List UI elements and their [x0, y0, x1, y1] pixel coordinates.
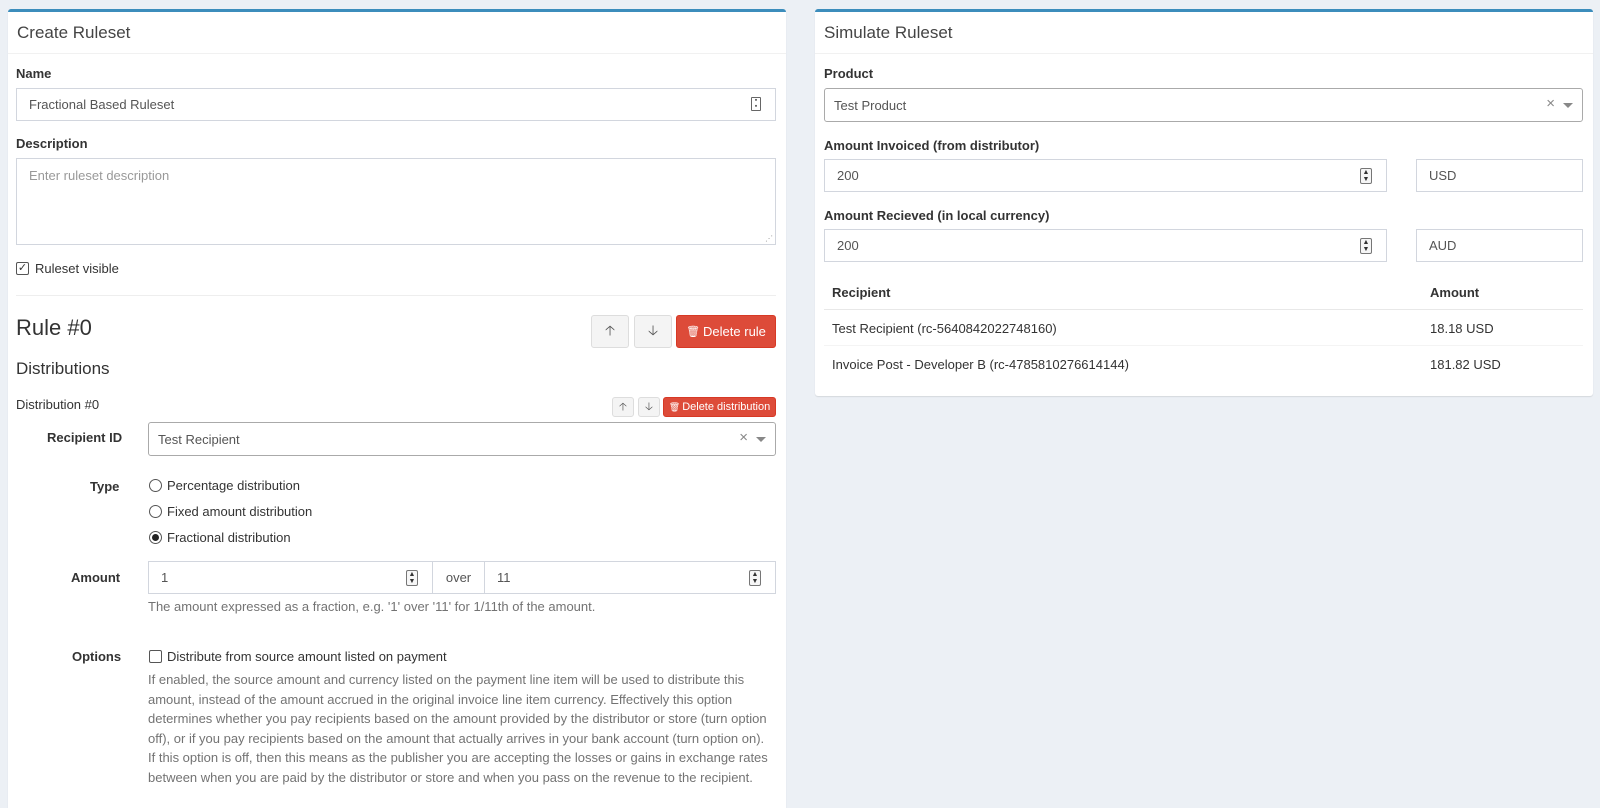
create-ruleset-panel: Create Ruleset Name Fractional Based Rul… — [8, 9, 786, 808]
chevron-down-icon[interactable] — [756, 437, 766, 442]
type-option-fixed: Fixed amount distribution — [167, 504, 313, 519]
invoiced-label: Amount Invoiced (from distributor) — [824, 138, 1040, 153]
invoiced-value: 200 — [837, 168, 859, 183]
invoiced-input[interactable]: 200 ▲ ▼ — [824, 159, 1387, 192]
received-currency: AUD — [1429, 238, 1457, 253]
trash-icon: 🗑 — [668, 401, 681, 412]
move-distribution-up-button[interactable]: 🡡 — [612, 397, 634, 417]
type-radio-fixed[interactable] — [149, 505, 162, 518]
trash-icon: 🗑 — [686, 326, 701, 338]
distribute-source-checkbox[interactable] — [149, 650, 162, 663]
move-rule-down-button[interactable]: 🡣 — [634, 315, 672, 348]
recipient-label: Recipient ID — [47, 430, 123, 445]
invoiced-currency: USD — [1429, 168, 1457, 183]
description-label: Description — [16, 136, 88, 151]
simulate-ruleset-panel: Simulate Ruleset Product Test Product × … — [815, 9, 1593, 396]
simulate-ruleset-title: Simulate Ruleset — [815, 12, 1593, 54]
table-cell-recipient: Test Recipient (rc-5640842022748160) — [832, 321, 1057, 336]
resize-handle-icon[interactable]: ⋰ — [765, 234, 773, 243]
numerator-stepper-icon[interactable]: ▲ ▼ — [406, 570, 418, 586]
arrow-down-icon: 🡣 — [645, 400, 653, 413]
clear-icon[interactable]: × — [1546, 95, 1555, 112]
invoiced-stepper-icon[interactable]: ▲ ▼ — [1360, 168, 1372, 184]
amount-numerator-input[interactable]: 1 ▲ ▼ — [148, 561, 433, 594]
amount-denominator-value: 11 — [497, 570, 511, 585]
amount-help: The amount expressed as a fraction, e.g.… — [148, 599, 596, 614]
move-distribution-down-button[interactable]: 🡣 — [638, 397, 660, 417]
type-option-fractional: Fractional distribution — [167, 530, 291, 545]
name-value: Fractional Based Ruleset — [29, 97, 175, 112]
received-input[interactable]: 200 ▲ ▼ — [824, 229, 1387, 262]
password-manager-icon[interactable]: ▪ ▪ — [751, 97, 761, 111]
delete-distribution-button[interactable]: 🗑 Delete distribution — [663, 397, 776, 417]
name-input[interactable]: Fractional Based Ruleset ▪ ▪ — [16, 88, 776, 121]
distribution-title: Distribution #0 — [16, 397, 100, 412]
delete-rule-button[interactable]: 🗑 Delete rule — [676, 315, 776, 348]
table-row-divider — [824, 345, 1583, 346]
visible-label: Ruleset visible — [35, 261, 119, 276]
type-radio-fractional[interactable] — [149, 531, 162, 544]
type-radio-percentage[interactable] — [149, 479, 162, 492]
received-label: Amount Recieved (in local currency) — [824, 208, 1050, 223]
divider — [16, 295, 776, 296]
recipient-select[interactable]: Test Recipient × — [148, 422, 776, 456]
chevron-down-icon[interactable] — [1563, 103, 1573, 108]
product-label: Product — [824, 66, 874, 81]
product-select[interactable]: Test Product × — [824, 88, 1583, 122]
invoiced-currency-input[interactable]: USD — [1416, 159, 1583, 192]
arrow-up-icon: 🡡 — [604, 321, 616, 338]
distributions-title: Distributions — [16, 359, 110, 378]
amount-denominator-input[interactable]: 11 ▲ ▼ — [484, 561, 776, 594]
name-label: Name — [16, 66, 52, 81]
amount-over-label: over — [445, 570, 472, 585]
type-label: Type — [90, 479, 120, 494]
description-textarea[interactable]: Enter ruleset description ⋰ — [16, 158, 776, 245]
amount-numerator-value: 1 — [161, 570, 169, 585]
denominator-stepper-icon[interactable]: ▲ ▼ — [749, 570, 761, 586]
options-label: Options — [72, 649, 122, 664]
delete-distribution-label: Delete distribution — [682, 401, 771, 413]
received-currency-input[interactable]: AUD — [1416, 229, 1583, 262]
table-header-divider — [824, 309, 1583, 310]
arrow-down-icon: 🡣 — [647, 321, 659, 338]
amount-label: Amount — [71, 570, 121, 585]
table-header-amount: Amount — [1430, 285, 1480, 300]
table-cell-amount: 18.18 USD — [1430, 321, 1494, 336]
distribute-source-label: Distribute from source amount listed on … — [167, 649, 447, 664]
product-value: Test Product — [834, 97, 907, 113]
rule-title: Rule #0 — [16, 315, 92, 340]
visible-checkbox[interactable]: ✓ — [16, 262, 29, 275]
move-rule-up-button[interactable]: 🡡 — [591, 315, 629, 348]
delete-rule-label: Delete rule — [703, 324, 766, 339]
amount-over-addon: over — [433, 561, 484, 594]
description-placeholder: Enter ruleset description — [29, 168, 170, 183]
received-stepper-icon[interactable]: ▲ ▼ — [1360, 238, 1372, 254]
received-value: 200 — [837, 238, 859, 253]
options-help: If enabled, the source amount and curren… — [148, 672, 768, 785]
recipient-value: Test Recipient — [158, 431, 240, 447]
table-cell-amount: 181.82 USD — [1430, 357, 1501, 372]
create-ruleset-title: Create Ruleset — [8, 12, 786, 54]
arrow-up-icon: 🡡 — [619, 400, 627, 413]
type-option-percentage: Percentage distribution — [167, 478, 300, 493]
table-cell-recipient: Invoice Post - Developer B (rc-478581027… — [832, 357, 1130, 372]
clear-icon[interactable]: × — [739, 429, 748, 446]
table-header-recipient: Recipient — [832, 285, 891, 300]
